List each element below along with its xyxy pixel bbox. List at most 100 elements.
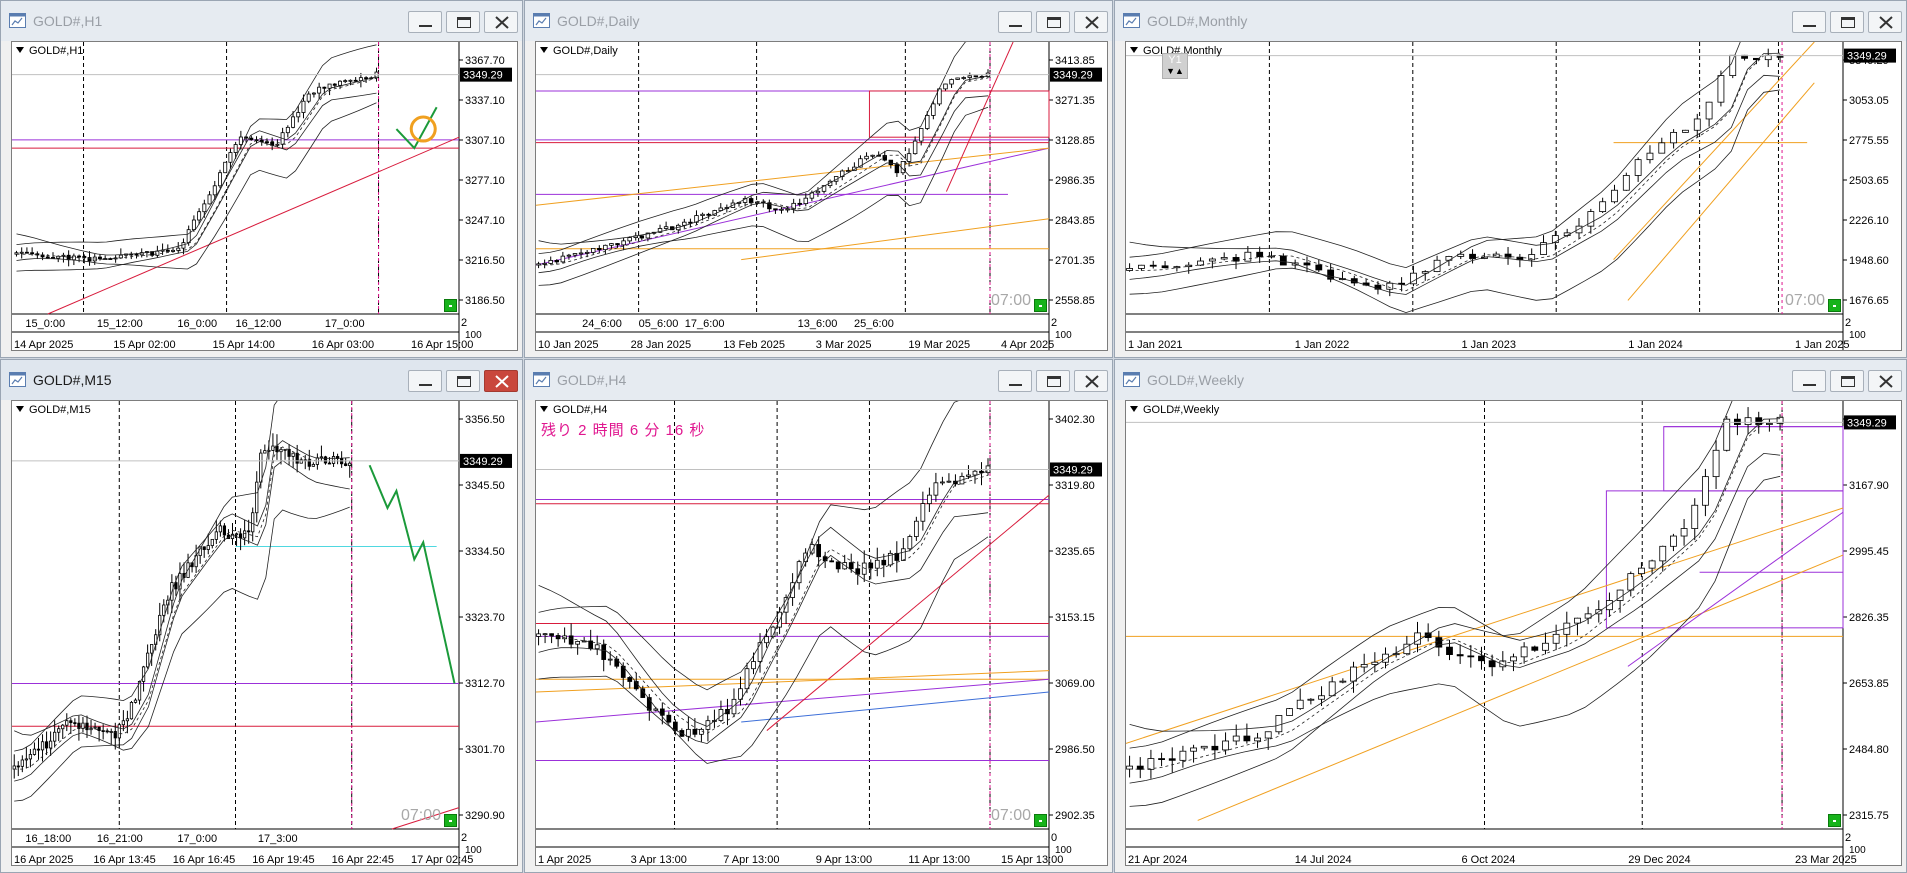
dropdown-triangle-icon[interactable] bbox=[540, 406, 548, 412]
dropdown-triangle-icon[interactable] bbox=[16, 406, 24, 412]
chart-window-icon bbox=[1123, 13, 1140, 28]
maximize-button[interactable] bbox=[1830, 370, 1864, 392]
candle bbox=[912, 140, 918, 155]
chart-window-weekly[interactable]: GOLD#,Weekly 3349.29 3167.90 2995.45 2826.35… bbox=[1114, 359, 1907, 873]
candle bbox=[966, 474, 971, 477]
maximize-button[interactable] bbox=[1036, 11, 1070, 33]
maximize-button[interactable] bbox=[446, 11, 480, 33]
minimize-button[interactable] bbox=[998, 11, 1032, 33]
chart-window-h1[interactable]: GOLD#,H1 3367.70 3337.10 3307.10 3277.10 3247… bbox=[0, 0, 523, 358]
date-label: 15 Apr 02:00 bbox=[113, 339, 175, 351]
chart-area[interactable]: 3367.70 3337.10 3307.10 3277.10 3247.10 3216.… bbox=[11, 41, 518, 351]
candle bbox=[943, 83, 948, 90]
chart-symbol-label[interactable]: GOLD#,Weekly bbox=[1130, 404, 1219, 416]
dropdown-triangle-icon[interactable] bbox=[540, 47, 548, 53]
chart-area[interactable]: 3349.29 3053.05 2775.55 2503.65 2226.10 1948.… bbox=[1125, 41, 1902, 351]
chart-area[interactable]: 3402.30 3319.80 3235.65 3153.15 3069.00 2986.… bbox=[535, 400, 1108, 866]
period-arrows-icon[interactable]: ▼▲ bbox=[1163, 66, 1187, 77]
title-bar[interactable]: GOLD#,H4 bbox=[525, 360, 1112, 400]
price-label: 3319.80 bbox=[1055, 480, 1095, 492]
chart-area[interactable]: 3349.29 3167.90 2995.45 2826.35 2653.85 2484.… bbox=[1125, 400, 1902, 866]
candle bbox=[125, 718, 130, 722]
candle bbox=[295, 452, 299, 464]
title-bar[interactable]: GOLD#,Daily bbox=[525, 1, 1112, 41]
price-label: 3271.35 bbox=[1055, 95, 1095, 107]
close-button[interactable] bbox=[1868, 11, 1902, 33]
current-price-label: 3349.29 bbox=[463, 456, 503, 468]
autotrade-indicator[interactable] bbox=[1828, 814, 1841, 827]
chart-window-daily[interactable]: GOLD#,Daily 3413.85 3271.35 3128.85 2986.35 2… bbox=[524, 0, 1113, 358]
candle bbox=[754, 201, 760, 204]
price-label: 3307.10 bbox=[465, 135, 505, 147]
chart-symbol-label[interactable]: GOLD#,Daily bbox=[540, 45, 618, 57]
chart-window-m15[interactable]: GOLD#,M15 3356.50 3345.50 3334.50 3323.70 331… bbox=[0, 359, 523, 873]
inner-time-label: 17_3:00 bbox=[258, 833, 298, 845]
candle bbox=[1469, 253, 1476, 259]
inner-time-label: 16_12:00 bbox=[236, 318, 282, 330]
inner-time-label: 15_12:00 bbox=[97, 318, 143, 330]
chart-area[interactable]: 3413.85 3271.35 3128.85 2986.35 2843.85 2701.… bbox=[535, 41, 1108, 351]
candle bbox=[249, 137, 254, 141]
candle bbox=[1147, 758, 1155, 770]
autotrade-indicator[interactable] bbox=[444, 814, 457, 827]
dropdown-triangle-icon[interactable] bbox=[1130, 406, 1138, 412]
close-button[interactable] bbox=[484, 11, 518, 33]
candle bbox=[1158, 758, 1165, 760]
candle bbox=[627, 677, 633, 682]
title-bar[interactable]: GOLD#,Weekly bbox=[1115, 360, 1906, 400]
minimize-button[interactable] bbox=[1792, 11, 1826, 33]
price-label: 3323.70 bbox=[465, 612, 505, 624]
maximize-button[interactable] bbox=[1036, 370, 1070, 392]
candle bbox=[30, 252, 35, 255]
autotrade-indicator[interactable] bbox=[1034, 814, 1047, 827]
price-label: 2701.35 bbox=[1055, 255, 1095, 267]
minimize-button[interactable] bbox=[408, 370, 442, 392]
trend-line bbox=[1627, 511, 1844, 667]
candle bbox=[32, 748, 37, 755]
minimize-button[interactable] bbox=[1792, 370, 1826, 392]
candle bbox=[327, 83, 332, 89]
candle bbox=[348, 79, 353, 82]
candle bbox=[1744, 417, 1752, 425]
autotrade-indicator[interactable] bbox=[1034, 299, 1047, 312]
autotrade-indicator[interactable] bbox=[444, 299, 457, 312]
close-button[interactable] bbox=[1074, 11, 1108, 33]
chart-window-h4[interactable]: GOLD#,H4 3402.30 3319.80 3235.65 3153.15 3069… bbox=[524, 359, 1113, 873]
price-label: 2226.10 bbox=[1849, 215, 1889, 227]
close-button[interactable] bbox=[1868, 370, 1902, 392]
candle bbox=[1264, 731, 1272, 739]
dropdown-triangle-icon[interactable] bbox=[16, 47, 24, 53]
maximize-button[interactable] bbox=[446, 370, 480, 392]
bollinger-band bbox=[538, 401, 959, 727]
candle bbox=[332, 83, 337, 86]
candle bbox=[846, 170, 851, 173]
maximize-button[interactable] bbox=[1830, 11, 1864, 33]
chart-window-monthly[interactable]: GOLD#,Monthly 3349.29 3053.05 2775.55 2503.6… bbox=[1114, 0, 1907, 358]
price-label: 3167.90 bbox=[1849, 480, 1889, 492]
chart-symbol-label[interactable]: GOLD#,M15 bbox=[16, 404, 91, 416]
title-bar[interactable]: GOLD#,H1 bbox=[1, 1, 522, 41]
candle bbox=[575, 641, 581, 645]
minimize-button[interactable] bbox=[998, 370, 1032, 392]
price-label: 3235.65 bbox=[1055, 546, 1095, 558]
minimize-button[interactable] bbox=[408, 11, 442, 33]
candle bbox=[323, 456, 328, 464]
chart-area[interactable]: 3356.50 3345.50 3334.50 3323.70 3312.70 3301.… bbox=[11, 400, 518, 866]
chart-symbol-label[interactable]: GOLD#,H1 bbox=[16, 45, 83, 57]
candle bbox=[961, 77, 966, 79]
title-bar[interactable]: GOLD#,Monthly bbox=[1115, 1, 1906, 41]
title-bar[interactable]: GOLD#,M15 bbox=[1, 360, 522, 400]
close-button[interactable] bbox=[1074, 370, 1108, 392]
period-selector-box[interactable]: Y1 ▼▲ bbox=[1162, 53, 1188, 79]
candle bbox=[291, 452, 295, 457]
candle bbox=[73, 722, 77, 725]
candle bbox=[165, 249, 170, 252]
candle bbox=[141, 666, 146, 682]
close-button[interactable] bbox=[484, 370, 518, 392]
chart-symbol-label[interactable]: GOLD#,H4 bbox=[540, 404, 607, 416]
autotrade-indicator[interactable] bbox=[1828, 299, 1841, 312]
price-label: 3312.70 bbox=[465, 678, 505, 690]
price-label: 2902.35 bbox=[1055, 810, 1095, 822]
dropdown-triangle-icon[interactable] bbox=[1130, 47, 1138, 53]
trend-line bbox=[766, 494, 1050, 731]
